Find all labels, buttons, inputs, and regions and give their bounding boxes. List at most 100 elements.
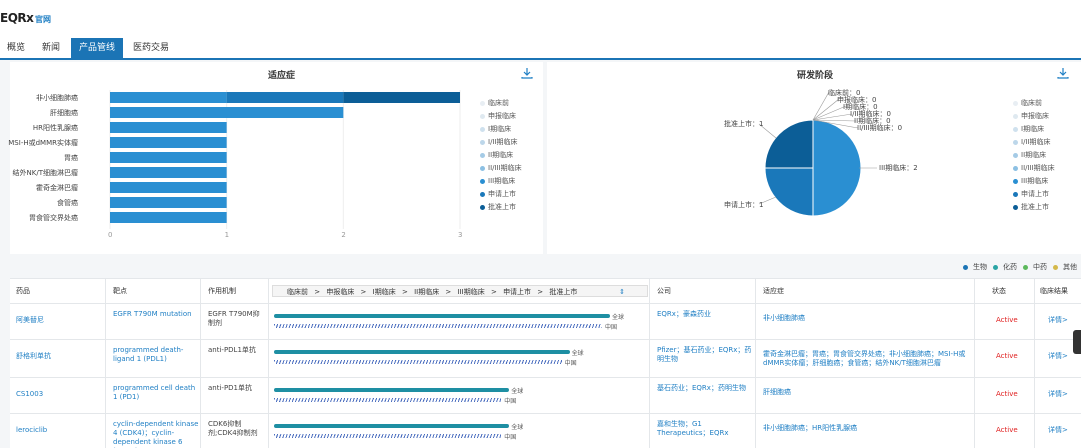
stage-header: 临床前 > 申报临床 > I期临床 > II期临床 > III期临床 > 申请上… (272, 285, 648, 297)
target-link[interactable]: cyclin-dependent kinase 4 (CDK4)；cyclin-… (107, 420, 199, 448)
legend-dot (1013, 165, 1018, 171)
detail-link[interactable]: 详情> (1042, 426, 1068, 435)
bar-segment[interactable] (110, 92, 227, 103)
pie-slice[interactable] (764, 167, 814, 217)
stage-name: 批准上市 (549, 288, 578, 296)
china-label: 中国 (564, 360, 577, 367)
legend-label: III期临床 (1021, 177, 1049, 185)
pie-leader-line (812, 91, 830, 121)
indication-bar-chart (109, 90, 461, 229)
target-link[interactable]: EGFR T790M mutation (107, 310, 199, 319)
legend-item[interactable]: II/III期临床 (1013, 163, 1055, 173)
legend-dot (480, 113, 485, 119)
chevron-right-icon: > (488, 288, 500, 296)
bar-segment[interactable] (110, 122, 227, 133)
legend-item[interactable]: 批准上市 (1013, 202, 1049, 212)
legend-item[interactable]: II期临床 (1013, 150, 1046, 160)
type-legend-item[interactable]: 中药 (1020, 263, 1047, 271)
progress-bar-china[interactable] (274, 434, 502, 438)
drug-name-link[interactable]: 舒格利单抗 (10, 352, 100, 361)
progress-bar-china[interactable] (274, 360, 562, 364)
legend-dot (1013, 178, 1018, 184)
progress-bar-china[interactable] (274, 398, 502, 402)
type-legend-item[interactable]: 生物 (960, 263, 987, 271)
legend-item[interactable]: I/II期临床 (1013, 137, 1051, 147)
bar-segment[interactable] (110, 167, 227, 178)
indication-chart-panel: 适应症 临床前 申报临床 I期临床 I/II期临床 II期临床 II/III期临床 III期… (8, 62, 543, 254)
legend-item[interactable]: III期临床 (1013, 176, 1048, 186)
tab-pipeline[interactable]: 产品管线 (71, 38, 123, 58)
chevron-right-icon: > (535, 288, 546, 296)
legend-item[interactable]: I期临床 (480, 124, 511, 134)
legend-label: II/III期临床 (488, 164, 522, 172)
type-label: 化药 (1003, 263, 1017, 271)
detail-link[interactable]: 详情> (1042, 352, 1068, 361)
legend-item[interactable]: II/III期临床 (480, 163, 522, 173)
legend-dot (1013, 113, 1018, 119)
progress-bar-global[interactable] (274, 424, 510, 428)
legend-dot (1013, 100, 1018, 106)
legend-dot (1013, 204, 1018, 210)
mechanism-text: anti-PD1单抗 (208, 384, 253, 392)
legend-item[interactable]: III期临床 (480, 176, 515, 186)
legend-item[interactable]: 申报临床 (480, 111, 516, 121)
legend-dot (480, 178, 485, 184)
legend-item[interactable]: 批准上市 (480, 202, 516, 212)
bar-segment[interactable] (110, 182, 227, 193)
side-scroll-tab[interactable] (1073, 330, 1081, 354)
sort-icon[interactable]: ⇕ (619, 286, 625, 298)
legend-item[interactable]: 临床前 (480, 98, 509, 108)
legend-item[interactable]: 申请上市 (1013, 189, 1049, 199)
target-link[interactable]: programmed cell death 1 (PD1) (107, 384, 199, 402)
pie-slice[interactable] (764, 119, 814, 169)
indication-link[interactable]: 非小细胞肺癌 (757, 314, 973, 323)
progress-bar-global[interactable] (274, 350, 570, 354)
bar-segment[interactable] (110, 197, 227, 208)
legend-label: 临床前 (488, 99, 509, 107)
progress-bar-china[interactable] (274, 324, 602, 328)
legend-item[interactable]: 申请上市 (480, 189, 516, 199)
chevron-right-icon: > (358, 288, 369, 296)
header-company: 公司 (657, 287, 671, 295)
header-target: 靶点 (113, 287, 127, 295)
progress-bar-global[interactable] (274, 314, 610, 318)
chevron-right-icon: > (312, 288, 323, 296)
target-link[interactable]: programmed death-ligand 1 (PDL1) (107, 346, 199, 364)
drug-name-link[interactable]: lerociclib (10, 426, 100, 435)
detail-link[interactable]: 详情> (1042, 316, 1068, 325)
bar-segment[interactable] (226, 92, 344, 103)
bar-segment[interactable] (110, 137, 227, 148)
pie-slice[interactable] (812, 119, 862, 217)
indication-link[interactable]: 霍奇金淋巴瘤；胃癌；胃食管交界处癌；非小细胞肺癌；MSI-H或dMMR实体瘤；肝… (757, 350, 973, 368)
bar-segment[interactable] (110, 152, 227, 163)
x-tick-label: 1 (224, 231, 230, 239)
legend-item[interactable]: I/II期临床 (480, 137, 518, 147)
legend-item[interactable]: I期临床 (1013, 124, 1044, 134)
china-label: 中国 (504, 434, 517, 441)
tab-deals[interactable]: 医药交易 (126, 38, 176, 58)
tab-news[interactable]: 新闻 (34, 38, 68, 58)
indication-link[interactable]: 肝细胞癌 (757, 388, 973, 397)
legend-item[interactable]: 临床前 (1013, 98, 1042, 108)
progress-bar-global[interactable] (274, 388, 510, 392)
detail-link[interactable]: 详情> (1042, 390, 1068, 399)
chevron-right-icon: > (443, 288, 454, 296)
type-label: 中药 (1033, 263, 1047, 271)
tab-overview[interactable]: 概览 (0, 38, 32, 58)
legend-item[interactable]: II期临床 (480, 150, 513, 160)
bar-segment[interactable] (110, 107, 344, 118)
bar-segment[interactable] (110, 212, 227, 223)
legend-item[interactable]: 申报临床 (1013, 111, 1049, 121)
type-legend-item[interactable]: 化药 (990, 263, 1017, 271)
drug-name-link[interactable]: CS1003 (10, 390, 100, 399)
type-legend-item[interactable]: 其他 (1050, 263, 1077, 271)
drug-name-link[interactable]: 阿美替尼 (10, 316, 100, 325)
tab-bar: 概览 新闻 产品管线 医药交易 (0, 38, 1081, 60)
chevron-right-icon: > (399, 288, 411, 296)
status-badge: Active (996, 390, 1018, 398)
bar-segment[interactable] (343, 92, 460, 103)
legend-dot (480, 126, 485, 132)
indication-link[interactable]: 非小细胞肺癌；HR阳性乳腺癌 (757, 424, 973, 433)
global-label: 全球 (511, 424, 524, 431)
official-site-link[interactable]: 官网 (35, 14, 51, 25)
